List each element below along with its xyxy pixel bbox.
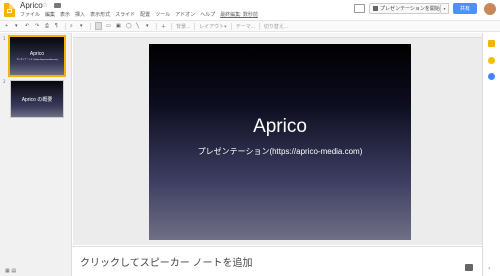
header: Aprico ☆ ファイル 編集 表示 挿入 表示形式 スライド 配置 ツール … bbox=[0, 0, 500, 20]
divider bbox=[156, 22, 157, 30]
divider bbox=[65, 22, 66, 30]
shape-icon[interactable]: ◯ bbox=[126, 23, 132, 29]
slide-number: 2 bbox=[3, 79, 6, 84]
avatar[interactable] bbox=[484, 3, 496, 15]
zoom-dropdown-icon[interactable]: ▾ bbox=[80, 23, 86, 29]
present-dropdown-button[interactable]: ▾ bbox=[441, 3, 449, 14]
thumbnail-title: Aprico bbox=[29, 51, 45, 57]
slide-title[interactable]: Aprico bbox=[149, 116, 411, 138]
thumbnail-title: Aprico の概要 bbox=[21, 96, 53, 103]
menu-addons[interactable]: アドオン bbox=[175, 11, 195, 18]
chevron-down-icon[interactable]: ▾ bbox=[15, 23, 21, 29]
paint-format-icon[interactable]: ¶ bbox=[55, 23, 61, 29]
divider bbox=[258, 22, 260, 30]
slide-thumbnail-1[interactable]: Aprico プレゼンテーション(https://aprico-media.co… bbox=[8, 35, 66, 77]
new-slide-icon[interactable]: + bbox=[5, 23, 11, 29]
menu-format[interactable]: 表示形式 bbox=[90, 11, 110, 18]
line-icon[interactable]: ╲ bbox=[136, 23, 142, 29]
redo-icon[interactable]: ↷ bbox=[35, 23, 41, 29]
slides-app: Aprico ☆ ファイル 編集 表示 挿入 表示形式 スライド 配置 ツール … bbox=[0, 0, 500, 276]
comments-button[interactable] bbox=[354, 4, 365, 13]
slide-subtitle[interactable]: プレゼンテーション(https://aprico-media.com) bbox=[149, 146, 411, 157]
toolbar: + ▾ ↶ ↷ ⎙ ¶ ⌕ ▾ ▭ ▣ ◯ ╲ ▾ ＋ 背景... レイアウト▾… bbox=[0, 20, 500, 32]
present-label: プレゼンテーションを開始 bbox=[380, 6, 440, 12]
keep-icon[interactable] bbox=[488, 40, 495, 47]
print-icon[interactable]: ⎙ bbox=[45, 23, 51, 29]
zoom-icon[interactable]: ⌕ bbox=[70, 23, 76, 29]
tasks-icon[interactable] bbox=[488, 73, 495, 80]
last-edit-link[interactable]: 最終編集: 数秒前 bbox=[220, 11, 258, 18]
share-button[interactable]: 共有 bbox=[453, 3, 477, 14]
image-icon[interactable]: ▣ bbox=[116, 23, 122, 29]
star-icon[interactable]: ☆ bbox=[42, 1, 48, 9]
present-icon bbox=[373, 6, 378, 11]
select-tool-icon[interactable] bbox=[95, 22, 102, 30]
slide-number: 1 bbox=[3, 36, 6, 41]
divider bbox=[230, 22, 232, 30]
notes-placeholder[interactable]: クリックしてスピーカー ノートを追加 bbox=[80, 254, 252, 269]
calendar-icon[interactable] bbox=[488, 57, 495, 64]
divider bbox=[90, 22, 91, 30]
slide-canvas: Aprico プレゼンテーション(https://aprico-media.co… bbox=[73, 33, 482, 245]
menu-tools[interactable]: ツール bbox=[155, 11, 170, 18]
doc-title[interactable]: Aprico bbox=[20, 1, 43, 10]
menu-edit[interactable]: 編集 bbox=[45, 11, 55, 18]
present-button[interactable]: プレゼンテーションを開始 bbox=[369, 3, 441, 14]
share-label: 共有 bbox=[459, 6, 470, 12]
slide-filmstrip: 1 Aprico プレゼンテーション(https://aprico-media.… bbox=[0, 33, 72, 276]
theme-button[interactable]: テーマ... bbox=[236, 23, 255, 30]
current-slide[interactable]: Aprico プレゼンテーション(https://aprico-media.co… bbox=[149, 44, 411, 240]
slide-thumbnail-2[interactable]: Aprico の概要 bbox=[10, 80, 64, 118]
grid-view-icon[interactable]: ▦ ▤ bbox=[5, 268, 16, 274]
layout-button[interactable]: レイアウト▾ bbox=[199, 23, 227, 30]
slides-logo-icon[interactable] bbox=[4, 3, 15, 17]
menu-file[interactable]: ファイル bbox=[20, 11, 40, 18]
divider bbox=[171, 22, 172, 30]
folder-icon[interactable] bbox=[54, 3, 61, 8]
comment-add-icon[interactable]: ＋ bbox=[161, 23, 167, 30]
chevron-right-icon[interactable]: › bbox=[488, 265, 490, 272]
background-button[interactable]: 背景... bbox=[176, 23, 190, 30]
textbox-icon[interactable]: ▭ bbox=[106, 23, 112, 29]
ruler bbox=[73, 33, 482, 38]
menu-help[interactable]: ヘルプ bbox=[200, 11, 215, 18]
speaker-notes[interactable]: クリックしてスピーカー ノートを追加 bbox=[73, 246, 482, 276]
menu-insert[interactable]: 挿入 bbox=[75, 11, 85, 18]
explore-icon[interactable] bbox=[465, 264, 473, 271]
transition-button[interactable]: 切り替え... bbox=[264, 23, 288, 30]
menu-view[interactable]: 表示 bbox=[60, 11, 70, 18]
divider bbox=[194, 22, 196, 30]
menu-arrange[interactable]: 配置 bbox=[140, 11, 150, 18]
menu-bar: ファイル 編集 表示 挿入 表示形式 スライド 配置 ツール アドオン ヘルプ … bbox=[20, 11, 258, 18]
thumbnail-subtitle: プレゼンテーション(https://aprico-media.com) bbox=[16, 59, 58, 61]
menu-slide[interactable]: スライド bbox=[115, 11, 135, 18]
line-dropdown-icon[interactable]: ▾ bbox=[146, 23, 152, 29]
undo-icon[interactable]: ↶ bbox=[25, 23, 31, 29]
side-panel: › bbox=[482, 33, 500, 276]
